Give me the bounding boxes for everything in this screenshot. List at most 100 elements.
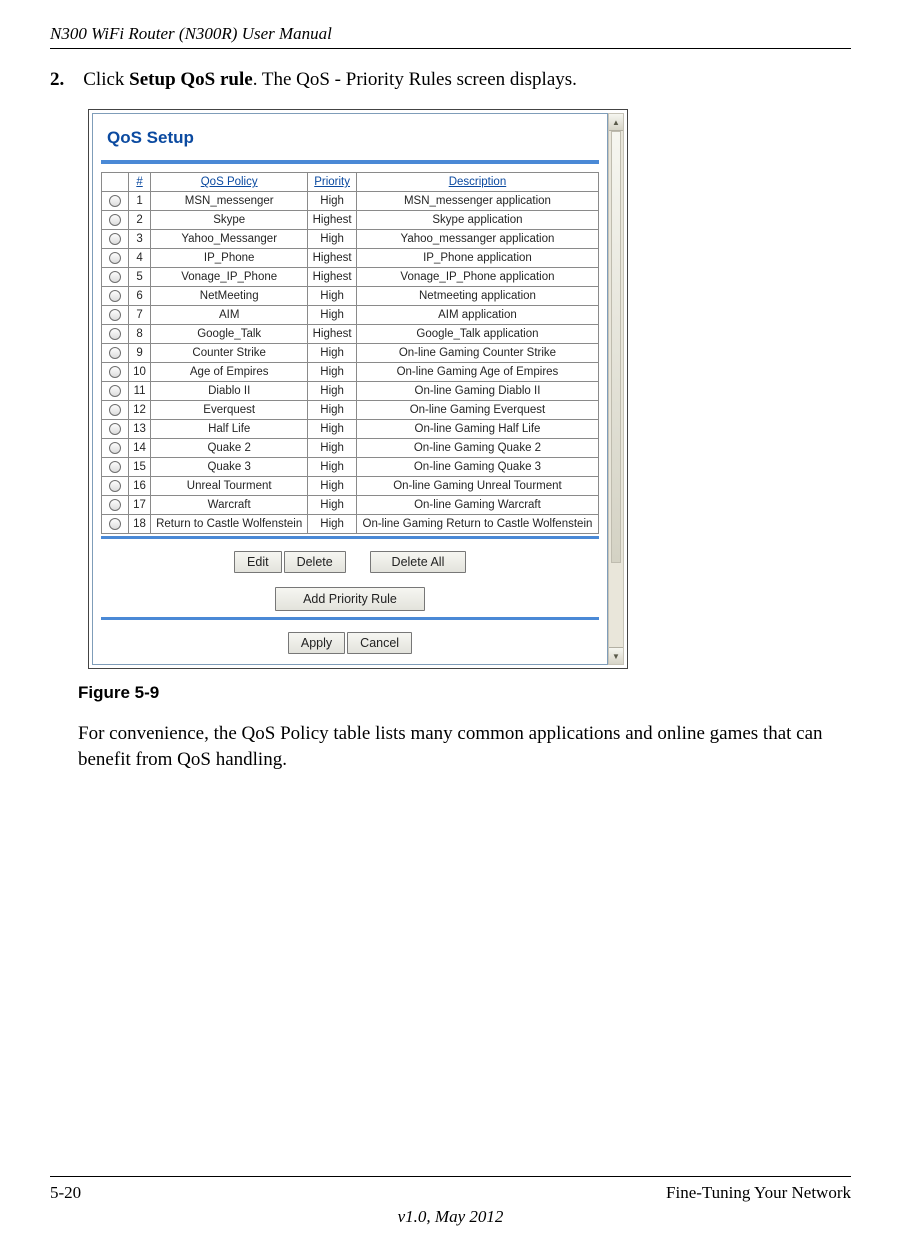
table-row: 16Unreal TourmentHighOn-line Gaming Unre… — [102, 477, 599, 496]
row-description: AIM application — [356, 306, 598, 325]
radio-icon[interactable] — [109, 442, 121, 454]
row-number: 5 — [129, 268, 151, 287]
table-row: 11Diablo IIHighOn-line Gaming Diablo II — [102, 382, 599, 401]
row-priority: High — [308, 287, 357, 306]
scrollbar[interactable]: ▲ ▼ — [608, 113, 624, 665]
row-number: 8 — [129, 325, 151, 344]
row-radio[interactable] — [102, 306, 129, 325]
row-priority: High — [308, 382, 357, 401]
row-description: On-line Gaming Quake 3 — [356, 458, 598, 477]
row-policy: AIM — [151, 306, 308, 325]
footer-version: v1.0, May 2012 — [50, 1207, 851, 1227]
row-description: On-line Gaming Everquest — [356, 401, 598, 420]
radio-icon[interactable] — [109, 309, 121, 321]
step-text-bold: Setup QoS rule — [129, 69, 253, 90]
row-description: On-line Gaming Age of Empires — [356, 363, 598, 382]
row-priority: High — [308, 477, 357, 496]
row-radio[interactable] — [102, 363, 129, 382]
row-priority: High — [308, 496, 357, 515]
row-description: Skype application — [356, 211, 598, 230]
row-description: On-line Gaming Unreal Tourment — [356, 477, 598, 496]
radio-icon[interactable] — [109, 271, 121, 283]
button-row-apply: ApplyCancel — [101, 630, 599, 656]
header-rule — [50, 48, 851, 49]
row-radio[interactable] — [102, 477, 129, 496]
table-row: 3Yahoo_MessangerHighYahoo_messanger appl… — [102, 230, 599, 249]
row-policy: Google_Talk — [151, 325, 308, 344]
row-description: On-line Gaming Return to Castle Wolfenst… — [356, 515, 598, 534]
cancel-button[interactable]: Cancel — [347, 632, 412, 654]
page-number: 5-20 — [50, 1183, 81, 1203]
row-radio[interactable] — [102, 192, 129, 211]
row-policy: Age of Empires — [151, 363, 308, 382]
row-radio[interactable] — [102, 211, 129, 230]
row-number: 14 — [129, 439, 151, 458]
radio-icon[interactable] — [109, 233, 121, 245]
row-radio[interactable] — [102, 382, 129, 401]
panel-title: QoS Setup — [107, 128, 599, 148]
radio-icon[interactable] — [109, 347, 121, 359]
step-text-suffix: . The QoS - Priority Rules screen displa… — [253, 69, 577, 90]
table-row: 1MSN_messengerHighMSN_messenger applicat… — [102, 192, 599, 211]
row-radio[interactable] — [102, 249, 129, 268]
row-policy: Diablo II — [151, 382, 308, 401]
row-policy: Skype — [151, 211, 308, 230]
qos-setup-screenshot: ▲ ▼ QoS Setup # QoS Policy Priority Desc… — [88, 109, 628, 669]
add-priority-rule-button[interactable]: Add Priority Rule — [275, 587, 425, 611]
radio-icon[interactable] — [109, 480, 121, 492]
row-policy: Everquest — [151, 401, 308, 420]
step-text-prefix: Click — [83, 69, 129, 90]
row-policy: Quake 3 — [151, 458, 308, 477]
row-radio[interactable] — [102, 344, 129, 363]
row-description: Netmeeting application — [356, 287, 598, 306]
col-priority[interactable]: Priority — [308, 173, 357, 192]
table-row: 12EverquestHighOn-line Gaming Everquest — [102, 401, 599, 420]
radio-icon[interactable] — [109, 328, 121, 340]
radio-icon[interactable] — [109, 290, 121, 302]
radio-icon[interactable] — [109, 214, 121, 226]
row-radio[interactable] — [102, 325, 129, 344]
row-radio[interactable] — [102, 496, 129, 515]
apply-button[interactable]: Apply — [288, 632, 345, 654]
scroll-up-icon[interactable]: ▲ — [609, 114, 623, 131]
radio-icon[interactable] — [109, 195, 121, 207]
row-number: 13 — [129, 420, 151, 439]
row-radio[interactable] — [102, 401, 129, 420]
row-radio[interactable] — [102, 515, 129, 534]
row-number: 17 — [129, 496, 151, 515]
col-description[interactable]: Description — [356, 173, 598, 192]
radio-icon[interactable] — [109, 252, 121, 264]
row-policy: IP_Phone — [151, 249, 308, 268]
table-row: 4IP_PhoneHighestIP_Phone application — [102, 249, 599, 268]
row-radio[interactable] — [102, 287, 129, 306]
scroll-thumb[interactable] — [611, 131, 621, 563]
row-policy: Warcraft — [151, 496, 308, 515]
row-radio[interactable] — [102, 268, 129, 287]
radio-icon[interactable] — [109, 366, 121, 378]
row-number: 18 — [129, 515, 151, 534]
delete-button[interactable]: Delete — [284, 551, 346, 573]
row-number: 3 — [129, 230, 151, 249]
radio-icon[interactable] — [109, 499, 121, 511]
figure-label: Figure 5-9 — [78, 683, 851, 703]
col-number[interactable]: # — [129, 173, 151, 192]
row-radio[interactable] — [102, 230, 129, 249]
row-number: 1 — [129, 192, 151, 211]
delete-all-button[interactable]: Delete All — [370, 551, 466, 573]
edit-button[interactable]: Edit — [234, 551, 282, 573]
col-policy[interactable]: QoS Policy — [151, 173, 308, 192]
radio-icon[interactable] — [109, 423, 121, 435]
radio-icon[interactable] — [109, 518, 121, 530]
radio-icon[interactable] — [109, 385, 121, 397]
row-policy: Yahoo_Messanger — [151, 230, 308, 249]
scroll-down-icon[interactable]: ▼ — [609, 647, 623, 664]
row-number: 15 — [129, 458, 151, 477]
row-number: 7 — [129, 306, 151, 325]
footer-rule — [50, 1176, 851, 1177]
button-row-edit: EditDelete Delete All — [101, 549, 599, 575]
radio-icon[interactable] — [109, 461, 121, 473]
row-radio[interactable] — [102, 420, 129, 439]
row-radio[interactable] — [102, 439, 129, 458]
radio-icon[interactable] — [109, 404, 121, 416]
row-radio[interactable] — [102, 458, 129, 477]
